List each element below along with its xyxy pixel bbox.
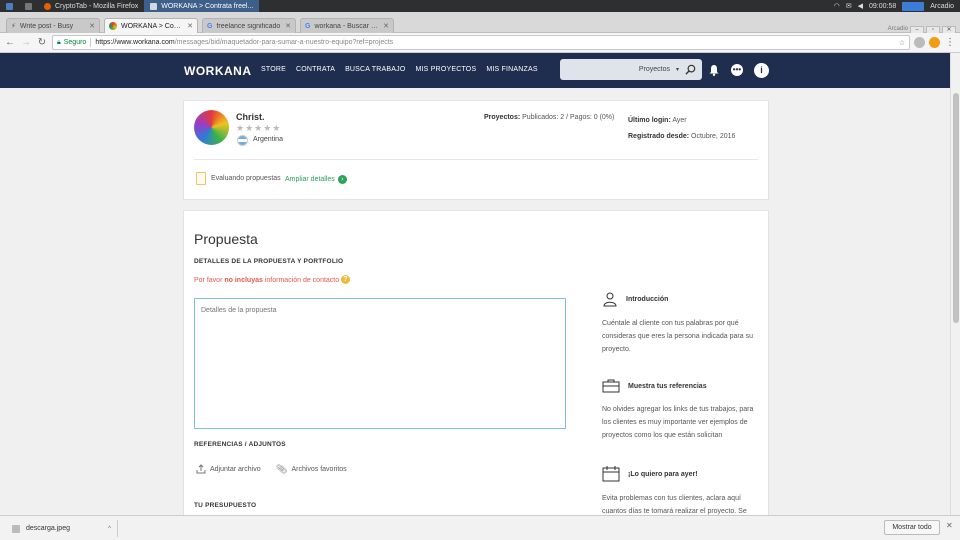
menu-contrata[interactable]: CONTRATA — [296, 66, 335, 73]
volume-icon[interactable]: ◀ — [858, 2, 863, 10]
forward-icon[interactable]: → — [20, 37, 32, 49]
bookmark-star-icon[interactable]: ☆ — [899, 39, 905, 47]
os-taskbar: CryptoTab - Mozilla Firefox WORKANA > Co… — [0, 0, 960, 12]
system-tray: ◠ ✉ ◀ 09:00:58 Arcadio — [834, 1, 960, 11]
tab-busy[interactable]: ⚡ Write post - Busy ✕ — [6, 18, 100, 33]
site-menu: STORE CONTRATA BUSCA TRABAJO MIS PROYECT… — [261, 66, 548, 73]
tab-workana-search[interactable]: G workana - Buscar con ✕ — [300, 18, 394, 33]
secure-indicator[interactable]: 🔒︎ Seguro — [57, 39, 86, 47]
extension-icon[interactable] — [914, 37, 925, 48]
client-country: Argentina — [253, 136, 283, 143]
download-bar: descarga.jpeg ^ Mostrar todo ✕ — [0, 515, 960, 540]
budget-heading: TU PRESUPUESTO — [194, 502, 257, 509]
paperclip-icon: 📎︎ — [276, 464, 288, 474]
info-icon[interactable]: i — [754, 63, 769, 78]
taskbar-item-label: CryptoTab - Mozilla Firefox — [55, 2, 139, 10]
lightning-icon: ⚡ — [11, 23, 16, 30]
menu-busca-trabajo[interactable]: BUSCA TRABAJO — [345, 66, 405, 73]
client-name[interactable]: Christ. — [236, 112, 265, 122]
tab-workana[interactable]: WORKANA > Contrata ✕ — [104, 18, 198, 33]
back-icon[interactable]: ← — [4, 37, 16, 49]
tray-app-icon[interactable] — [902, 1, 925, 11]
help-icon[interactable]: ? — [341, 275, 350, 284]
show-desktop-icon[interactable] — [19, 0, 38, 12]
taskbar-item-firefox[interactable]: CryptoTab - Mozilla Firefox — [38, 0, 144, 12]
cryptotab-icon[interactable] — [929, 37, 940, 48]
close-tab-icon[interactable]: ✕ — [285, 22, 291, 30]
close-icon[interactable]: ✕ — [946, 521, 953, 530]
wifi-icon[interactable]: ◠ — [834, 2, 840, 10]
tip-references: Muestra tus referencias No olvides agreg… — [602, 379, 754, 442]
google-icon: G — [305, 22, 311, 30]
url-host: https://www.workana.com — [95, 39, 175, 46]
page-scrollbar[interactable] — [950, 53, 960, 515]
download-item[interactable]: descarga.jpeg ^ — [6, 520, 118, 537]
lock-icon: 🔒︎ — [57, 38, 61, 46]
calendar-icon — [602, 466, 620, 482]
menu-mis-proyectos[interactable]: MIS PROYECTOS — [416, 66, 477, 73]
projects-stats: Proyectos: Publicados: 2 / Pagos: 0 (0%) — [484, 114, 615, 121]
search-icon[interactable] — [685, 64, 696, 75]
tip-deadline: ¡Lo quiero para ayer! Evita problemas co… — [602, 466, 754, 515]
chat-icon[interactable]: ••• — [731, 64, 743, 76]
start-menu-icon[interactable] — [0, 0, 19, 12]
tab-freelance[interactable]: G freelance significado ✕ — [202, 18, 296, 33]
window-icon — [150, 2, 158, 10]
upload-icon — [196, 464, 206, 474]
scrollbar-thumb[interactable] — [953, 93, 959, 323]
tip-introduction: Introducción Cuéntale al cliente con tus… — [602, 291, 754, 356]
expand-details-link[interactable]: Ampliar detalles › — [285, 175, 347, 184]
taskbar-item-chrome[interactable]: WORKANA > Contrata freel... — [144, 0, 260, 12]
download-filename: descarga.jpeg — [26, 525, 70, 532]
page-viewport: WORKANA STORE CONTRATA BUSCA TRABAJO MIS… — [0, 53, 950, 515]
client-card: Christ. ★★★★★ Argentina Proyectos: Publi… — [183, 100, 769, 200]
image-file-icon — [12, 524, 20, 533]
references-heading: REFERENCIAS / ADJUNTOS — [194, 441, 286, 448]
proposal-card: Propuesta DETALLES DE LA PROPUESTA Y POR… — [183, 210, 769, 515]
session-user[interactable]: Arcadio — [930, 3, 954, 10]
argentina-flag-icon — [237, 135, 248, 146]
chevron-right-icon: › — [337, 175, 347, 184]
person-icon — [603, 292, 617, 307]
proposal-details-input[interactable] — [194, 298, 566, 429]
taskbar-item-label: WORKANA > Contrata freel... — [161, 2, 254, 10]
search-scope-select[interactable]: Proyectos — [639, 66, 670, 73]
document-icon — [196, 172, 206, 185]
bell-icon[interactable] — [708, 64, 720, 79]
details-heading: DETALLES DE LA PROPUESTA Y PORTFOLIO — [194, 258, 344, 265]
page-title: Propuesta — [194, 231, 258, 247]
close-tab-icon[interactable]: ✕ — [89, 22, 95, 30]
menu-icon[interactable]: ⋮ — [944, 37, 956, 49]
project-status: Evaluando propuestas — [211, 175, 281, 182]
menu-mis-finanzas[interactable]: MIS FINANZAS — [486, 66, 537, 73]
chevron-down-icon: ▾ — [675, 67, 679, 73]
profile-name[interactable]: Arcadio — [888, 26, 908, 32]
clock[interactable]: 09:00:58 — [869, 3, 896, 10]
workana-logo[interactable]: WORKANA — [184, 64, 252, 78]
url-path: /messages/bid/maquetador-para-sumar-a-nu… — [174, 39, 394, 46]
avatar[interactable] — [194, 110, 229, 145]
site-header: WORKANA STORE CONTRATA BUSCA TRABAJO MIS… — [0, 53, 950, 88]
login-info: Último login: Ayer Registrado desde: Oct… — [628, 117, 736, 140]
contact-warning: Por favor no incluyas información de con… — [194, 277, 340, 284]
chrome-icon — [109, 22, 117, 30]
menu-store[interactable]: STORE — [261, 66, 286, 73]
favorite-files-button[interactable]: 📎︎ Archivos favoritos — [276, 464, 347, 475]
site-search[interactable]: Proyectos ▾ — [560, 59, 702, 80]
mail-icon[interactable]: ✉ — [846, 2, 852, 10]
google-icon: G — [207, 22, 213, 30]
close-tab-icon[interactable]: ✕ — [187, 22, 193, 30]
attach-file-button[interactable]: Adjuntar archivo — [196, 464, 261, 474]
close-tab-icon[interactable]: ✕ — [383, 22, 389, 30]
show-all-downloads-button[interactable]: Mostrar todo — [884, 520, 940, 535]
address-bar[interactable]: 🔒︎ Seguro https://www.workana.com/messag… — [52, 35, 910, 50]
tab-strip: ⚡ Write post - Busy ✕ WORKANA > Contrata… — [0, 12, 960, 35]
chevron-up-icon[interactable]: ^ — [108, 526, 111, 532]
browser-toolbar: ← → ↻ 🔒︎ Seguro https://www.workana.com /… — [0, 33, 960, 53]
reload-icon[interactable]: ↻ — [36, 37, 48, 49]
rating-stars: ★★★★★ — [236, 123, 282, 133]
firefox-icon — [44, 2, 51, 10]
briefcase-icon — [602, 379, 620, 393]
